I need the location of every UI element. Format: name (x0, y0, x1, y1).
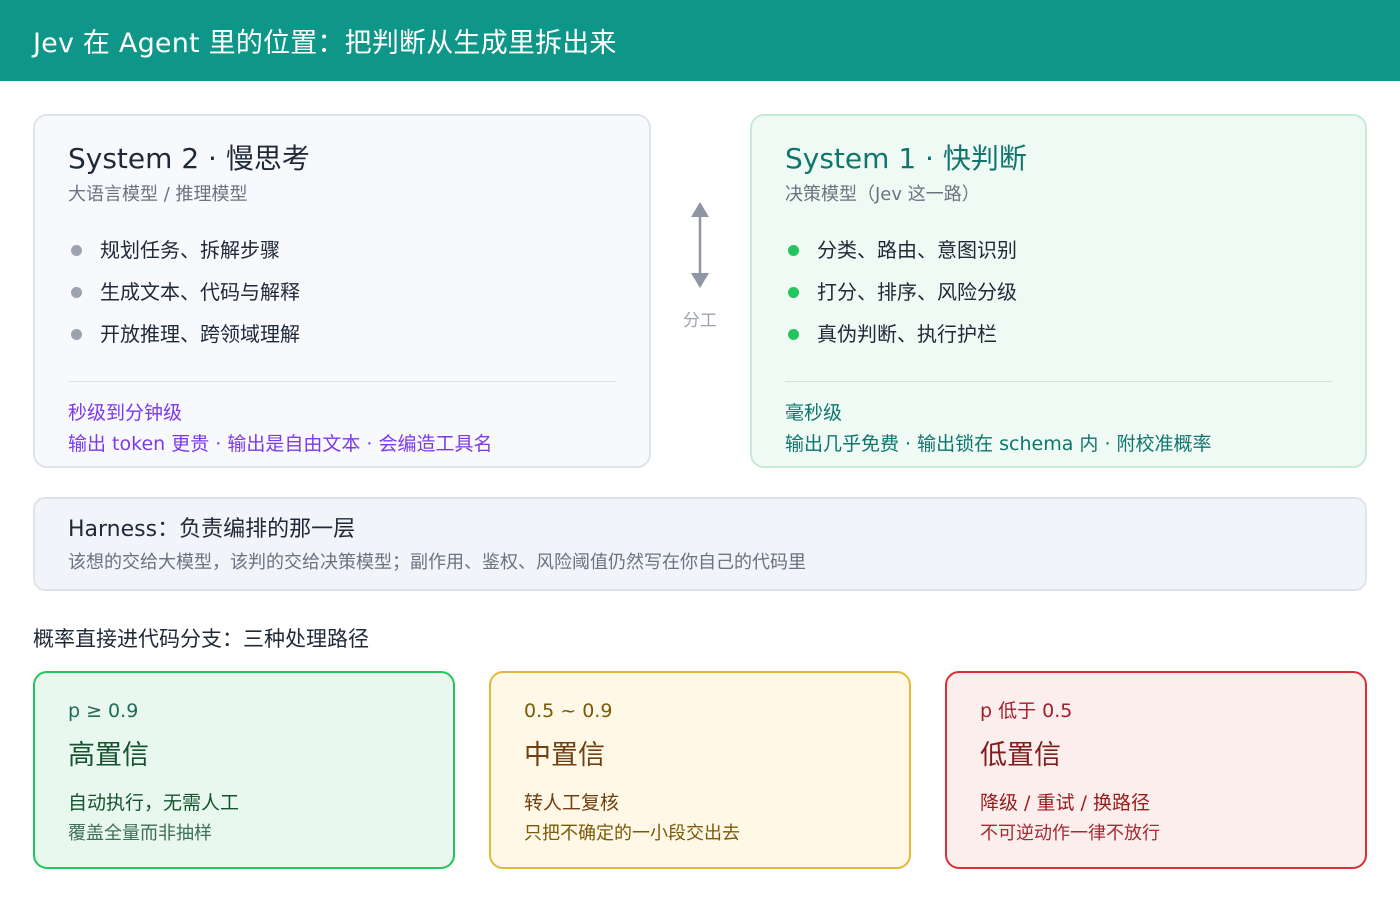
list-item: 规划任务、拆解步骤 (68, 236, 616, 264)
list-item: 生成文本、代码与解释 (68, 278, 616, 306)
system2-bullet-list: 规划任务、拆解步骤 生成文本、代码与解释 开放推理、跨领域理解 (68, 236, 616, 348)
division-label: 分工 (683, 311, 717, 331)
system1-footer: 毫秒级 输出几乎免费 · 输出锁在 schema 内 · 附校准概率 (785, 398, 1212, 460)
bullet-dot-icon (71, 328, 82, 340)
card-divider (785, 381, 1332, 382)
bullet-dot-icon (71, 244, 82, 256)
mid-confidence-name: 中置信 (524, 740, 605, 771)
page-header: Jev 在 Agent 里的位置：把判断从生成里拆出来 (0, 0, 1400, 81)
mid-confidence-note: 只把不确定的一小段交出去 (524, 823, 740, 844)
system1-latency: 毫秒级 (785, 402, 843, 424)
system1-title: System 1 · 快判断 (785, 142, 1027, 175)
list-item: 真伪判断、执行护栏 (785, 320, 1332, 348)
bullet-dot-icon (788, 244, 799, 256)
system1-bullet-list: 分类、路由、意图识别 打分、排序、风险分级 真伪判断、执行护栏 (785, 236, 1332, 348)
list-item: 分类、路由、意图识别 (785, 236, 1332, 264)
system1-subtitle: 决策模型（Jev 这一路） (785, 184, 980, 205)
bullet-dot-icon (788, 328, 799, 340)
low-confidence-card: p 低于 0.5 低置信 降级 / 重试 / 换路径 不可逆动作一律不放行 (945, 671, 1367, 869)
paths-section-title: 概率直接进代码分支：三种处理路径 (33, 627, 369, 651)
high-confidence-card: p ≥ 0.9 高置信 自动执行，无需人工 覆盖全量而非抽样 (33, 671, 455, 869)
bullet-dot-icon (71, 286, 82, 298)
low-confidence-range: p 低于 0.5 (980, 700, 1073, 722)
low-confidence-action: 降级 / 重试 / 换路径 (980, 792, 1150, 814)
system1-card: System 1 · 快判断 决策模型（Jev 这一路） 分类、路由、意图识别 … (750, 114, 1367, 468)
harness-panel: Harness：负责编排的那一层 该想的交给大模型，该判的交给决策模型；副作用、… (33, 497, 1367, 591)
low-confidence-note: 不可逆动作一律不放行 (980, 823, 1160, 844)
mid-confidence-range: 0.5 ~ 0.9 (524, 700, 613, 722)
harness-description: 该想的交给大模型，该判的交给决策模型；副作用、鉴权、风险阈值仍然写在你自己的代码… (68, 552, 806, 573)
page-title: Jev 在 Agent 里的位置：把判断从生成里拆出来 (33, 28, 617, 59)
system2-latency: 秒级到分钟级 (68, 402, 183, 424)
low-confidence-name: 低置信 (980, 740, 1061, 771)
mid-confidence-card: 0.5 ~ 0.9 中置信 转人工复核 只把不确定的一小段交出去 (489, 671, 911, 869)
system2-title: System 2 · 慢思考 (68, 142, 310, 175)
bullet-dot-icon (788, 286, 799, 298)
harness-title: Harness：负责编排的那一层 (68, 517, 356, 542)
system1-traits: 输出几乎免费 · 输出锁在 schema 内 · 附校准概率 (785, 433, 1212, 455)
high-confidence-name: 高置信 (68, 740, 149, 771)
list-item: 打分、排序、风险分级 (785, 278, 1332, 306)
system2-footer: 秒级到分钟级 输出 token 更贵 · 输出是自由文本 · 会编造工具名 (68, 398, 492, 460)
high-confidence-note: 覆盖全量而非抽样 (68, 823, 212, 844)
card-divider (68, 381, 616, 382)
system2-traits: 输出 token 更贵 · 输出是自由文本 · 会编造工具名 (68, 433, 493, 455)
mid-confidence-action: 转人工复核 (524, 792, 620, 814)
high-confidence-action: 自动执行，无需人工 (68, 792, 240, 814)
list-item: 开放推理、跨领域理解 (68, 320, 616, 348)
system2-subtitle: 大语言模型 / 推理模型 (68, 184, 248, 205)
high-confidence-range: p ≥ 0.9 (68, 700, 139, 722)
system2-card: System 2 · 慢思考 大语言模型 / 推理模型 规划任务、拆解步骤 生成… (33, 114, 651, 468)
